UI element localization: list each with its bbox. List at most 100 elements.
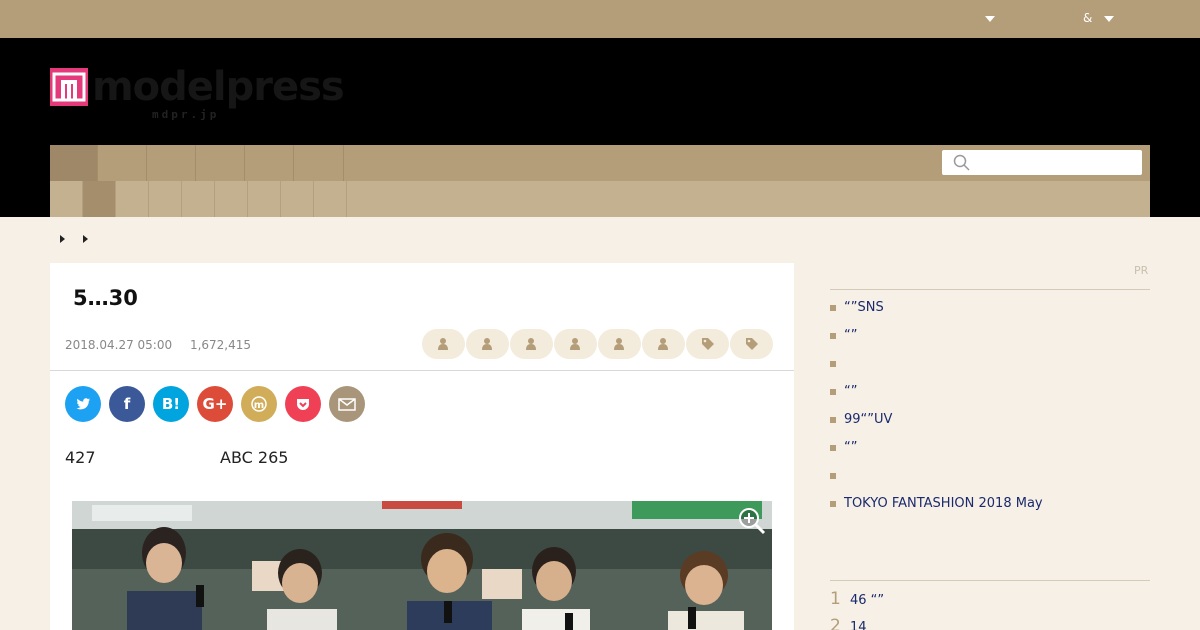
article-photo[interactable] — [72, 501, 772, 630]
sidebar-item-text[interactable]: “” — [844, 440, 857, 455]
subnav-tab[interactable] — [116, 181, 149, 217]
person-icon — [658, 338, 668, 350]
share-pocket-button[interactable] — [285, 386, 321, 422]
person-icon — [526, 338, 536, 350]
facebook-icon: f — [123, 395, 131, 413]
bullet-icon — [830, 389, 836, 395]
breadcrumb-arrow-icon — [83, 235, 88, 243]
nav-tab[interactable] — [245, 145, 294, 181]
mixi-icon: m — [251, 396, 267, 412]
sidebar-divider — [830, 580, 1150, 581]
tag-icon — [746, 338, 758, 350]
top-bar: & — [0, 0, 1200, 38]
primary-nav — [50, 145, 1150, 181]
ranking-number: 1 — [830, 589, 841, 609]
article-title: 5…30 — [73, 286, 138, 310]
tag-chip[interactable] — [466, 329, 509, 359]
secondary-nav — [50, 181, 1150, 217]
pocket-icon — [297, 399, 309, 410]
ranking-text[interactable]: 14 — [850, 620, 867, 630]
subnav-tab[interactable] — [83, 181, 116, 217]
person-icon — [614, 338, 624, 350]
tag-chip[interactable] — [554, 329, 597, 359]
subnav-tab[interactable] — [248, 181, 281, 217]
article-views: 1,672,415 — [189, 338, 252, 352]
logo-subtitle: mdpr.jp — [152, 108, 220, 121]
sidebar-list-item[interactable]: “” — [830, 438, 1150, 458]
zoom-in-icon[interactable] — [738, 507, 766, 535]
bullet-icon — [830, 305, 836, 311]
bullet-icon — [830, 333, 836, 339]
chevron-down-icon[interactable] — [985, 16, 995, 22]
sidebar-item-text[interactable]: “” — [844, 328, 857, 343]
bullet-icon — [830, 361, 836, 367]
lead-text-left: 427 — [65, 448, 96, 467]
tag-chip[interactable] — [422, 329, 465, 359]
logo-wordmark[interactable]: modelpress — [92, 64, 345, 110]
subnav-tab[interactable] — [50, 181, 83, 217]
sidebar-list-item[interactable] — [830, 354, 1150, 374]
sidebar-item-text[interactable]: 99“”UV — [844, 412, 892, 427]
ranking-item[interactable]: 1 46 “” — [830, 589, 1150, 611]
nav-tab[interactable] — [147, 145, 196, 181]
bullet-icon — [830, 501, 836, 507]
sidebar-item-text[interactable]: “”SNS — [844, 300, 884, 315]
subnav-tab[interactable] — [215, 181, 248, 217]
tag-chip[interactable] — [598, 329, 641, 359]
sidebar-item-text[interactable]: TOKYO FANTASHION 2018 May — [844, 496, 1043, 511]
article-date: 2018.04.27 05:00 — [65, 338, 173, 352]
person-icon — [438, 338, 448, 350]
share-mail-button[interactable] — [329, 386, 365, 422]
tag-chip[interactable] — [510, 329, 553, 359]
svg-text:m: m — [254, 400, 264, 411]
sidebar-list-item[interactable]: TOKYO FANTASHION 2018 May — [830, 494, 1150, 514]
nav-tab[interactable] — [294, 145, 344, 181]
sidebar-item-text[interactable]: “” — [844, 384, 857, 399]
search-input[interactable] — [978, 153, 1136, 172]
article-meta: 2018.04.27 05:00 1,672,415 — [65, 338, 251, 352]
photo-image — [72, 501, 772, 630]
twitter-icon — [76, 398, 90, 410]
subnav-tab[interactable] — [314, 181, 347, 217]
pr-label: PR — [1134, 264, 1149, 277]
top-link-amp[interactable]: & — [1083, 11, 1092, 25]
subnav-tab[interactable] — [281, 181, 314, 217]
person-icon — [482, 338, 492, 350]
share-hatena-button[interactable]: B! — [153, 386, 189, 422]
share-facebook-button[interactable]: f — [109, 386, 145, 422]
search-box[interactable] — [942, 150, 1142, 175]
bullet-icon — [830, 445, 836, 451]
ranking-text[interactable]: 46 “” — [850, 593, 884, 608]
nav-tab[interactable] — [98, 145, 147, 181]
google-plus-icon: G+ — [202, 395, 228, 413]
sidebar-divider — [830, 289, 1150, 290]
breadcrumb-arrow-icon — [60, 235, 65, 243]
ranking-number: 2 — [830, 616, 841, 630]
tag-chips — [422, 329, 778, 359]
share-mixi-button[interactable]: m — [241, 386, 277, 422]
person-icon — [570, 338, 580, 350]
tag-chip[interactable] — [642, 329, 685, 359]
mail-icon — [338, 398, 356, 411]
sidebar-list-item[interactable]: 99“”UV — [830, 410, 1150, 430]
tag-icon — [702, 338, 714, 350]
divider — [50, 370, 794, 371]
nav-tab[interactable] — [196, 145, 245, 181]
sidebar-list-item[interactable] — [830, 466, 1150, 486]
logo-icon[interactable] — [50, 68, 88, 106]
sidebar-list-item[interactable]: “” — [830, 382, 1150, 402]
article-card: 5…30 2018.04.27 05:00 1,672,415 f B! G+ m 4… — [50, 263, 794, 630]
chevron-down-icon[interactable] — [1104, 16, 1114, 22]
tag-chip[interactable] — [730, 329, 773, 359]
subnav-tab[interactable] — [182, 181, 215, 217]
hatena-icon: B! — [161, 395, 181, 413]
sidebar-list-item[interactable]: “”SNS — [830, 298, 1150, 318]
ranking-item[interactable]: 2 14 — [830, 616, 1150, 630]
share-google-plus-button[interactable]: G+ — [197, 386, 233, 422]
share-twitter-button[interactable] — [65, 386, 101, 422]
nav-tab[interactable] — [50, 145, 98, 181]
sidebar-list-item[interactable]: “” — [830, 326, 1150, 346]
subnav-tab[interactable] — [149, 181, 182, 217]
tag-chip[interactable] — [686, 329, 729, 359]
lead-text-right: ABC 265 — [220, 448, 289, 467]
